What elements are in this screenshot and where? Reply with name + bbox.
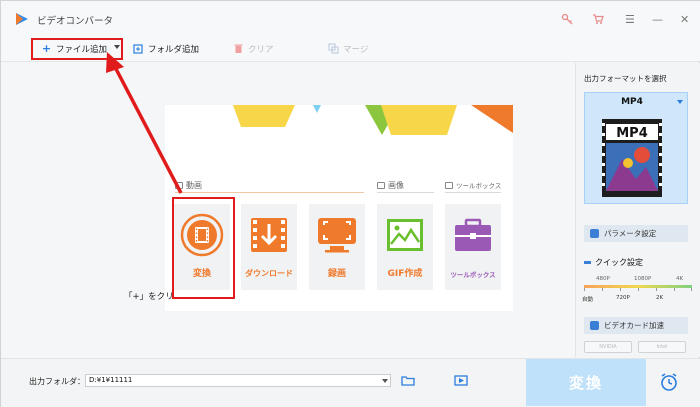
image-section-icon bbox=[377, 182, 385, 189]
parameter-settings-label: パラメータ設定 bbox=[604, 229, 657, 238]
scale-label-720p: 720P bbox=[616, 295, 630, 301]
app-logo-icon bbox=[16, 13, 28, 25]
app-window: ビデオコンバータ ☰ — ✕ + ファイル追加 フォルダ追加 クリア マージ 「… bbox=[0, 0, 700, 407]
download-card[interactable]: ダウンロード bbox=[241, 204, 297, 290]
slider-tick bbox=[638, 288, 639, 291]
slider-tick bbox=[674, 288, 675, 291]
nvidia-chip[interactable]: NVIDIA bbox=[584, 341, 632, 353]
decorative-banner bbox=[233, 105, 513, 135]
screen-record-icon bbox=[318, 218, 356, 253]
section-toolbox: ツールボックス bbox=[445, 180, 501, 190]
slider-tick bbox=[602, 288, 603, 291]
annotation-convert-highlight bbox=[172, 197, 235, 299]
intel-chip[interactable]: Intel bbox=[638, 341, 686, 353]
gpu-acceleration-label: ビデオカード加速 bbox=[604, 321, 664, 330]
mp4-badge-text: MP4 bbox=[616, 126, 648, 141]
output-format-title: 出力フォーマットを選択 bbox=[584, 74, 667, 83]
minimize-button[interactable]: — bbox=[652, 13, 663, 26]
record-card-label: 録画 bbox=[327, 269, 346, 279]
open-output-folder-icon[interactable] bbox=[454, 375, 468, 386]
format-dropdown-icon[interactable] bbox=[677, 100, 683, 104]
output-folder-label: 出力フォルダ： bbox=[29, 377, 85, 386]
quick-settings-title: クイック設定 bbox=[584, 257, 643, 268]
clear-button[interactable]: クリア bbox=[233, 40, 274, 57]
nvidia-label: NVIDIA bbox=[599, 344, 617, 350]
folder-plus-icon bbox=[133, 44, 143, 54]
output-folder-field[interactable]: D:¥1¥11111 bbox=[85, 374, 391, 387]
intel-label: Intel bbox=[656, 344, 668, 350]
toolbox-card[interactable]: ツールボックス bbox=[445, 204, 501, 290]
sliders-icon bbox=[590, 229, 599, 238]
merge-icon bbox=[328, 43, 339, 54]
convert-button[interactable]: 変換 bbox=[526, 359, 646, 406]
section-image: 画像 bbox=[377, 180, 404, 191]
section-video: 動画 bbox=[175, 180, 202, 191]
trash-icon bbox=[234, 44, 243, 53]
gpu-icon bbox=[590, 321, 599, 330]
gif-card[interactable]: GIF作成 bbox=[377, 204, 433, 290]
scale-label-2k: 2K bbox=[656, 295, 664, 301]
scale-label-480p: 480P bbox=[596, 276, 610, 282]
slider-tick bbox=[620, 288, 621, 291]
download-icon bbox=[251, 218, 287, 252]
section-toolbox-divider bbox=[445, 192, 501, 193]
parameter-settings-button[interactable]: パラメータ設定 bbox=[584, 225, 688, 242]
add-folder-button[interactable]: フォルダ追加 bbox=[133, 40, 199, 57]
format-selector[interactable]: MP4 MP4 bbox=[584, 92, 688, 204]
slider-tick bbox=[584, 288, 585, 291]
toolbox-icon bbox=[455, 218, 491, 251]
slider-tick bbox=[691, 288, 692, 291]
add-file-hint: 「+」をクリ bbox=[124, 292, 174, 302]
app-title: ビデオコンバータ bbox=[37, 16, 114, 27]
section-video-label: 動画 bbox=[186, 181, 202, 190]
download-card-label: ダウンロード bbox=[245, 269, 293, 278]
quick-settings-icon bbox=[584, 261, 591, 264]
browse-folder-icon[interactable] bbox=[401, 375, 415, 386]
scale-label-auto: 自動 bbox=[582, 297, 594, 303]
toolbox-card-label: ツールボックス bbox=[450, 271, 496, 279]
bottom-bar: 出力フォルダ： D:¥1¥11111 変換 bbox=[1, 358, 700, 407]
merge-label: マージ bbox=[343, 44, 369, 55]
gpu-acceleration-button[interactable]: ビデオカード加速 bbox=[584, 317, 688, 334]
scale-label-4k: 4K bbox=[676, 276, 684, 282]
cart-icon[interactable] bbox=[590, 11, 606, 27]
output-format-panel: 出力フォーマットを選択 MP4 MP4 パラメータ設定 クイック設定 480P … bbox=[575, 63, 700, 357]
mp4-film-icon: MP4 bbox=[602, 119, 662, 197]
image-gif-icon bbox=[387, 219, 423, 251]
record-card[interactable]: 録画 bbox=[309, 204, 365, 290]
slider-tick bbox=[656, 288, 657, 291]
key-icon[interactable] bbox=[559, 11, 575, 27]
output-folder-dropdown-icon[interactable] bbox=[382, 379, 388, 383]
quick-settings-label: クイック設定 bbox=[595, 258, 643, 267]
close-button[interactable]: ✕ bbox=[680, 13, 689, 26]
gif-card-label: GIF作成 bbox=[387, 269, 423, 279]
title-bar: ビデオコンバータ ☰ — ✕ bbox=[1, 1, 700, 35]
toolbox-section-icon bbox=[445, 181, 453, 189]
section-video-divider bbox=[175, 192, 364, 193]
section-toolbox-label: ツールボックス bbox=[456, 182, 502, 190]
add-folder-label: フォルダ追加 bbox=[148, 44, 200, 55]
clear-label: クリア bbox=[248, 44, 274, 55]
merge-button[interactable]: マージ bbox=[328, 40, 368, 57]
section-image-divider bbox=[377, 192, 434, 193]
annotation-add-file-highlight bbox=[31, 38, 123, 60]
alarm-clock-icon[interactable] bbox=[659, 372, 679, 392]
menu-icon[interactable]: ☰ bbox=[625, 13, 635, 26]
scale-label-1080p: 1080P bbox=[634, 276, 652, 282]
section-image-label: 画像 bbox=[388, 181, 404, 190]
video-section-icon bbox=[175, 182, 183, 189]
selected-format: MP4 bbox=[621, 97, 643, 107]
